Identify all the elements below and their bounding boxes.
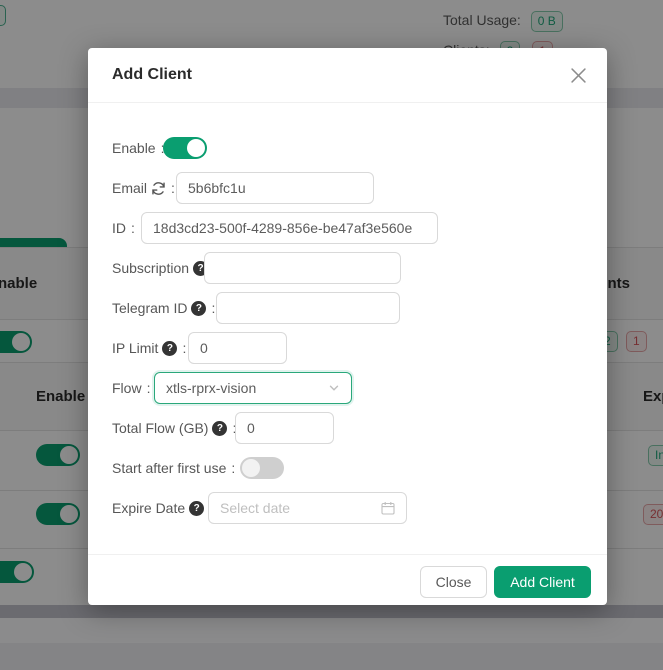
modal-title: Add Client [112, 66, 192, 84]
ip-limit-label: IP Limit ? : [112, 337, 186, 359]
refresh-icon[interactable] [151, 181, 166, 196]
id-field[interactable] [141, 212, 438, 244]
expire-date-picker[interactable] [208, 492, 407, 524]
expire-date-label: Expire Date ? : [112, 497, 213, 519]
help-icon[interactable]: ? [189, 501, 204, 516]
calendar-icon [381, 501, 395, 515]
start-after-first-use-toggle[interactable] [240, 457, 284, 479]
toggle-knob [242, 459, 260, 477]
email-label: Email : [112, 177, 175, 199]
help-icon[interactable]: ? [212, 421, 227, 436]
total-flow-field[interactable] [235, 412, 334, 444]
help-icon[interactable]: ? [191, 301, 206, 316]
toggle-knob [187, 139, 205, 157]
id-label: ID: [112, 217, 135, 239]
flow-label: Flow: [112, 377, 150, 399]
enable-toggle[interactable] [163, 137, 207, 159]
expire-date-input[interactable] [220, 500, 381, 516]
email-field[interactable] [176, 172, 374, 204]
close-button[interactable]: Close [420, 566, 487, 598]
enable-label: Enable: [112, 137, 164, 159]
app-window: Total Usage: 0 B Clients: 2 1 Actions En… [0, 0, 663, 670]
add-client-modal: Add Client Enable: Email : ID: [88, 48, 607, 605]
help-icon[interactable]: ? [162, 341, 177, 356]
close-icon[interactable] [570, 68, 586, 84]
ip-limit-field[interactable] [188, 332, 287, 364]
subscription-field[interactable] [204, 252, 401, 284]
modal-footer: Close Add Client [88, 554, 607, 605]
flow-select[interactable]: xtls-rprx-vision [154, 372, 352, 404]
subscription-label: Subscription ? : [112, 257, 217, 279]
start-after-first-use-label: Start after first use: [112, 457, 235, 479]
telegram-id-label: Telegram ID ? : [112, 297, 215, 319]
flow-selected-value: xtls-rprx-vision [166, 380, 328, 396]
total-flow-label: Total Flow (GB) ? : [112, 417, 236, 439]
add-client-button[interactable]: Add Client [494, 566, 591, 598]
modal-header: Add Client [88, 48, 607, 103]
chevron-down-icon [328, 382, 340, 394]
telegram-id-field[interactable] [216, 292, 400, 324]
